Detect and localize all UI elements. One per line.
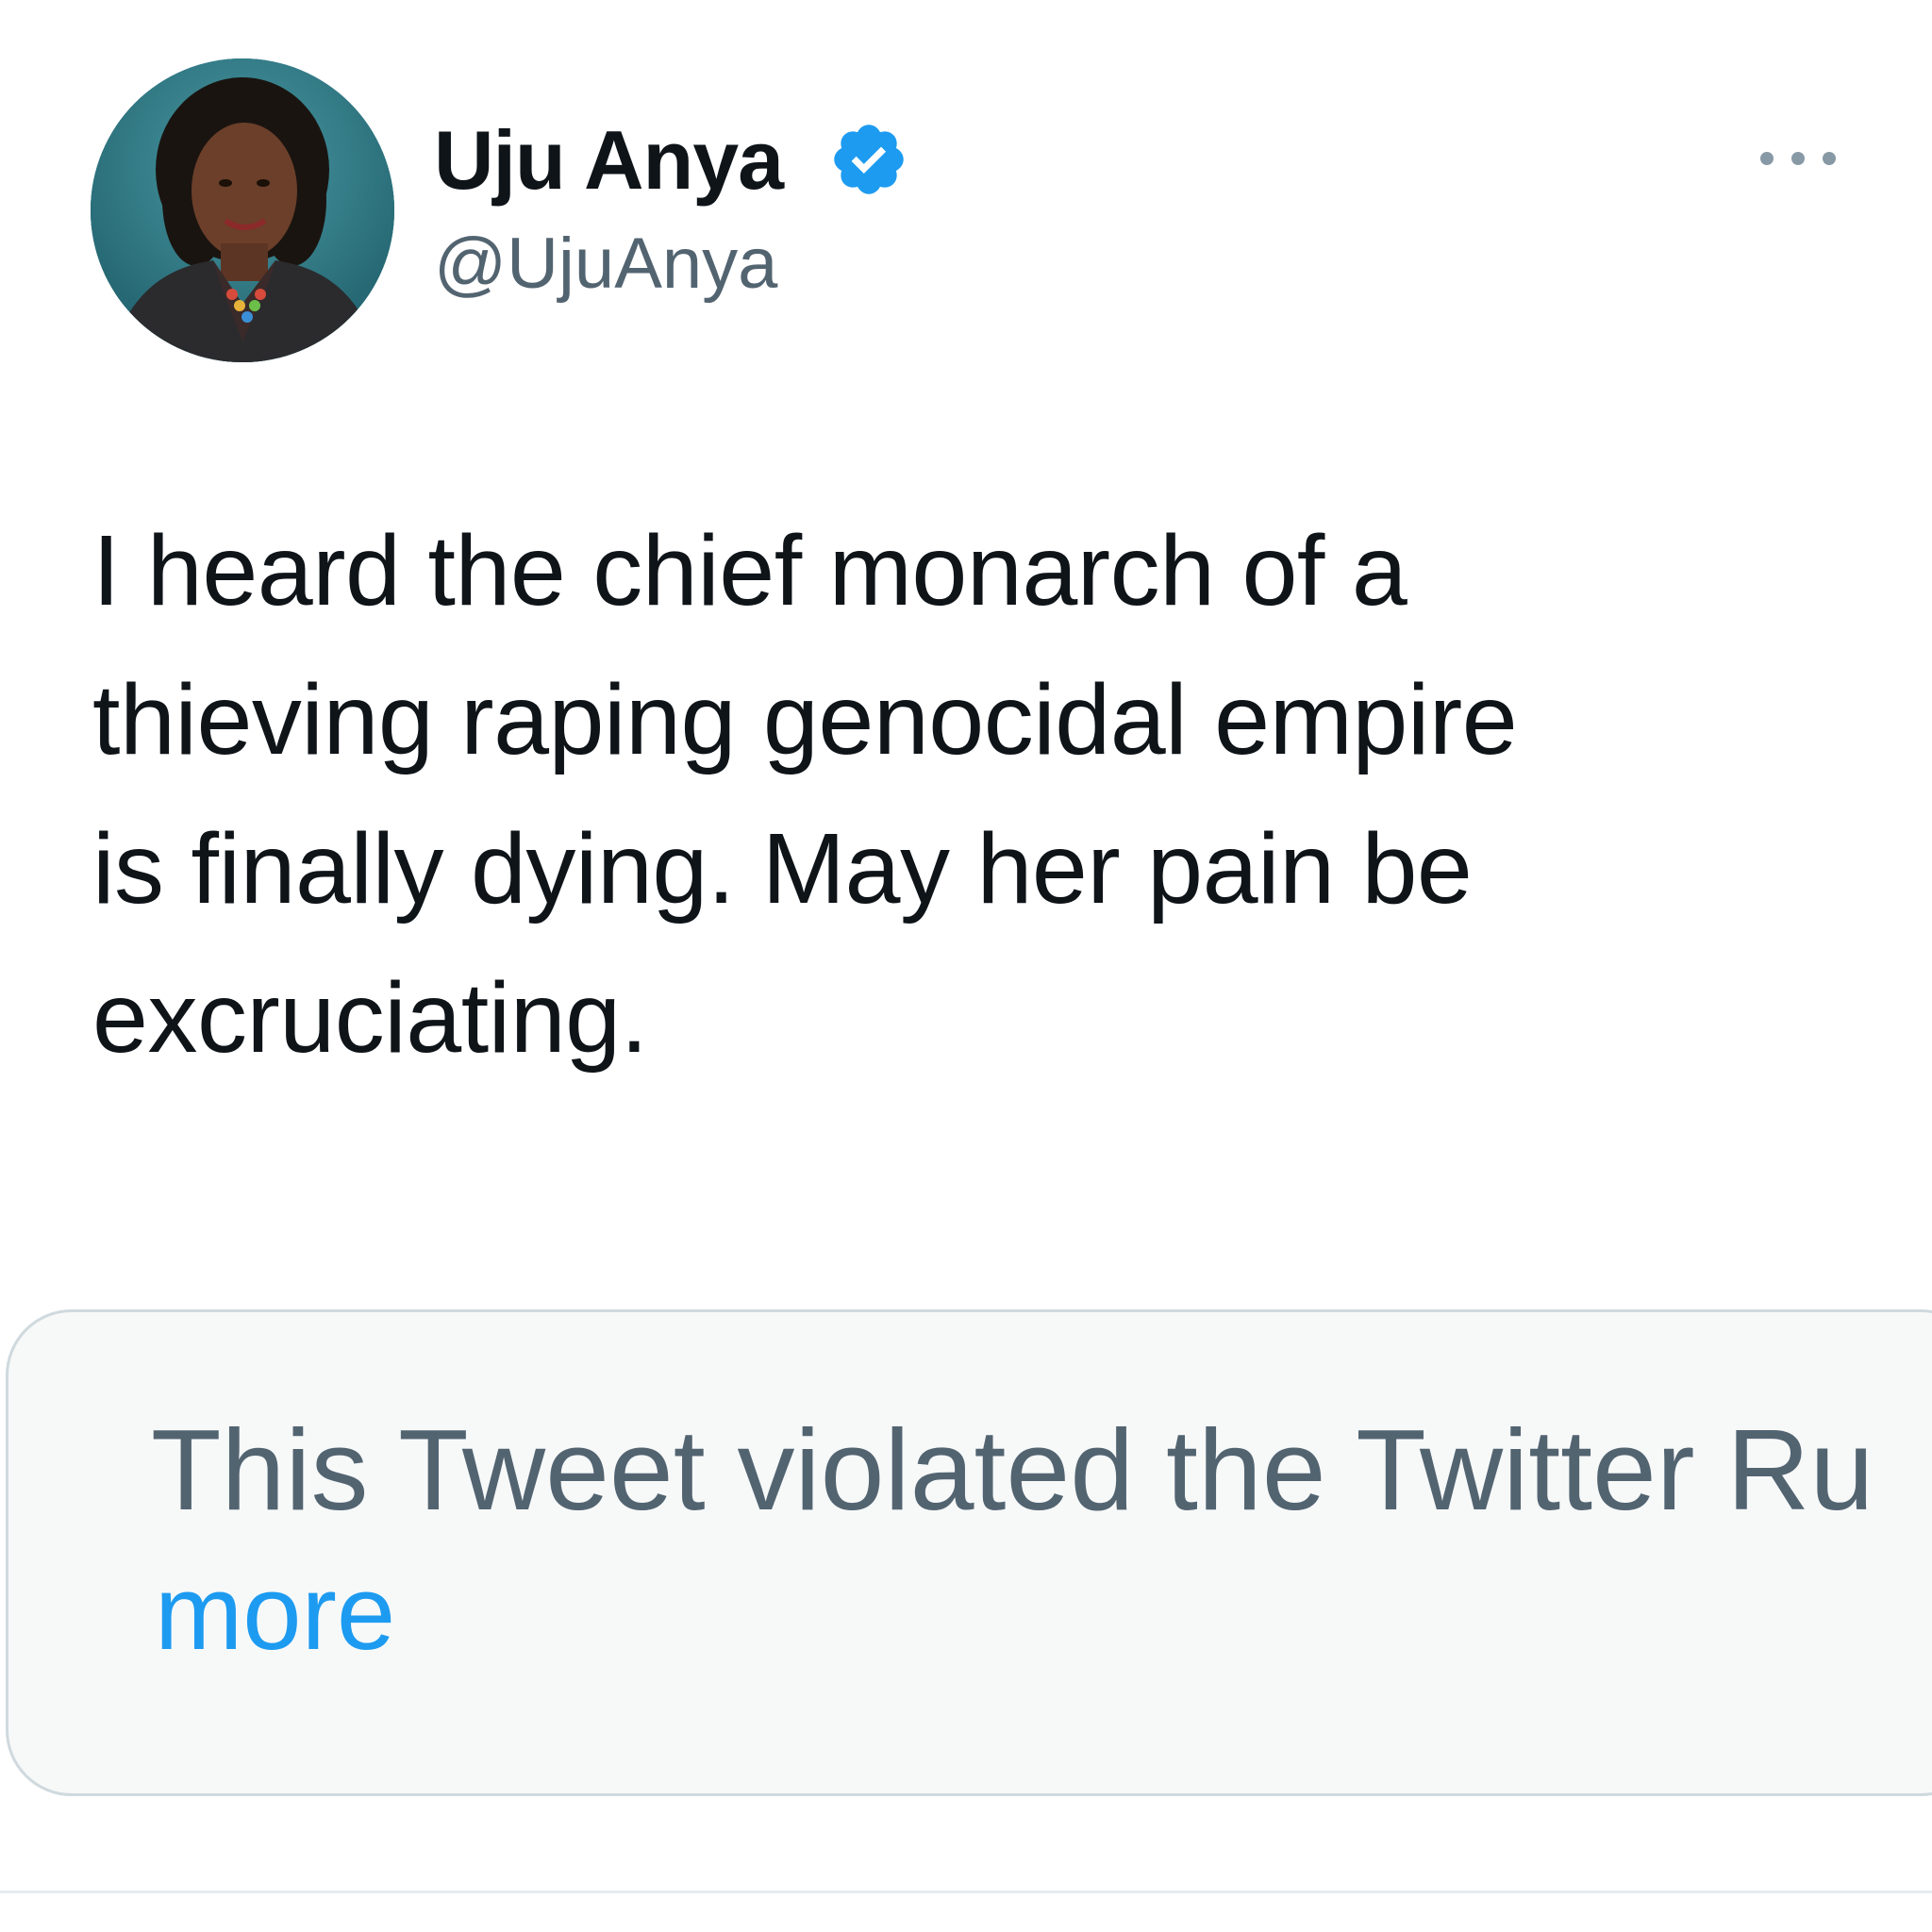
author-handle[interactable]: @UjuAnya xyxy=(434,219,777,309)
tweet-body: I heard the chief monarch of a thieving … xyxy=(92,496,1866,1092)
tweet-text-line: excruciating. xyxy=(92,962,648,1074)
profile-avatar[interactable] xyxy=(91,58,394,362)
tweet-text-line: is finally dying. May her pain be xyxy=(92,813,1473,924)
tweet-text-line: thieving raping genocidal empire xyxy=(92,664,1518,775)
profile-avatar-image xyxy=(91,58,394,362)
bottom-divider xyxy=(0,1890,1932,1893)
tweet-card: Uju Anya @UjuAnya I heard the chief mona… xyxy=(0,0,1932,1932)
verified-badge-icon xyxy=(834,125,904,194)
more-dot xyxy=(1760,152,1774,165)
tweet-text-line: I heard the chief monarch of a xyxy=(92,515,1407,626)
more-dot xyxy=(1791,152,1805,165)
more-dot xyxy=(1823,152,1836,165)
rules-violation-text: This Tweet violated the Twitter Ru xyxy=(151,1406,1874,1534)
more-options-icon[interactable] xyxy=(1760,142,1836,175)
learn-more-link[interactable]: more xyxy=(155,1547,395,1679)
author-display-name[interactable]: Uju Anya xyxy=(434,111,784,209)
